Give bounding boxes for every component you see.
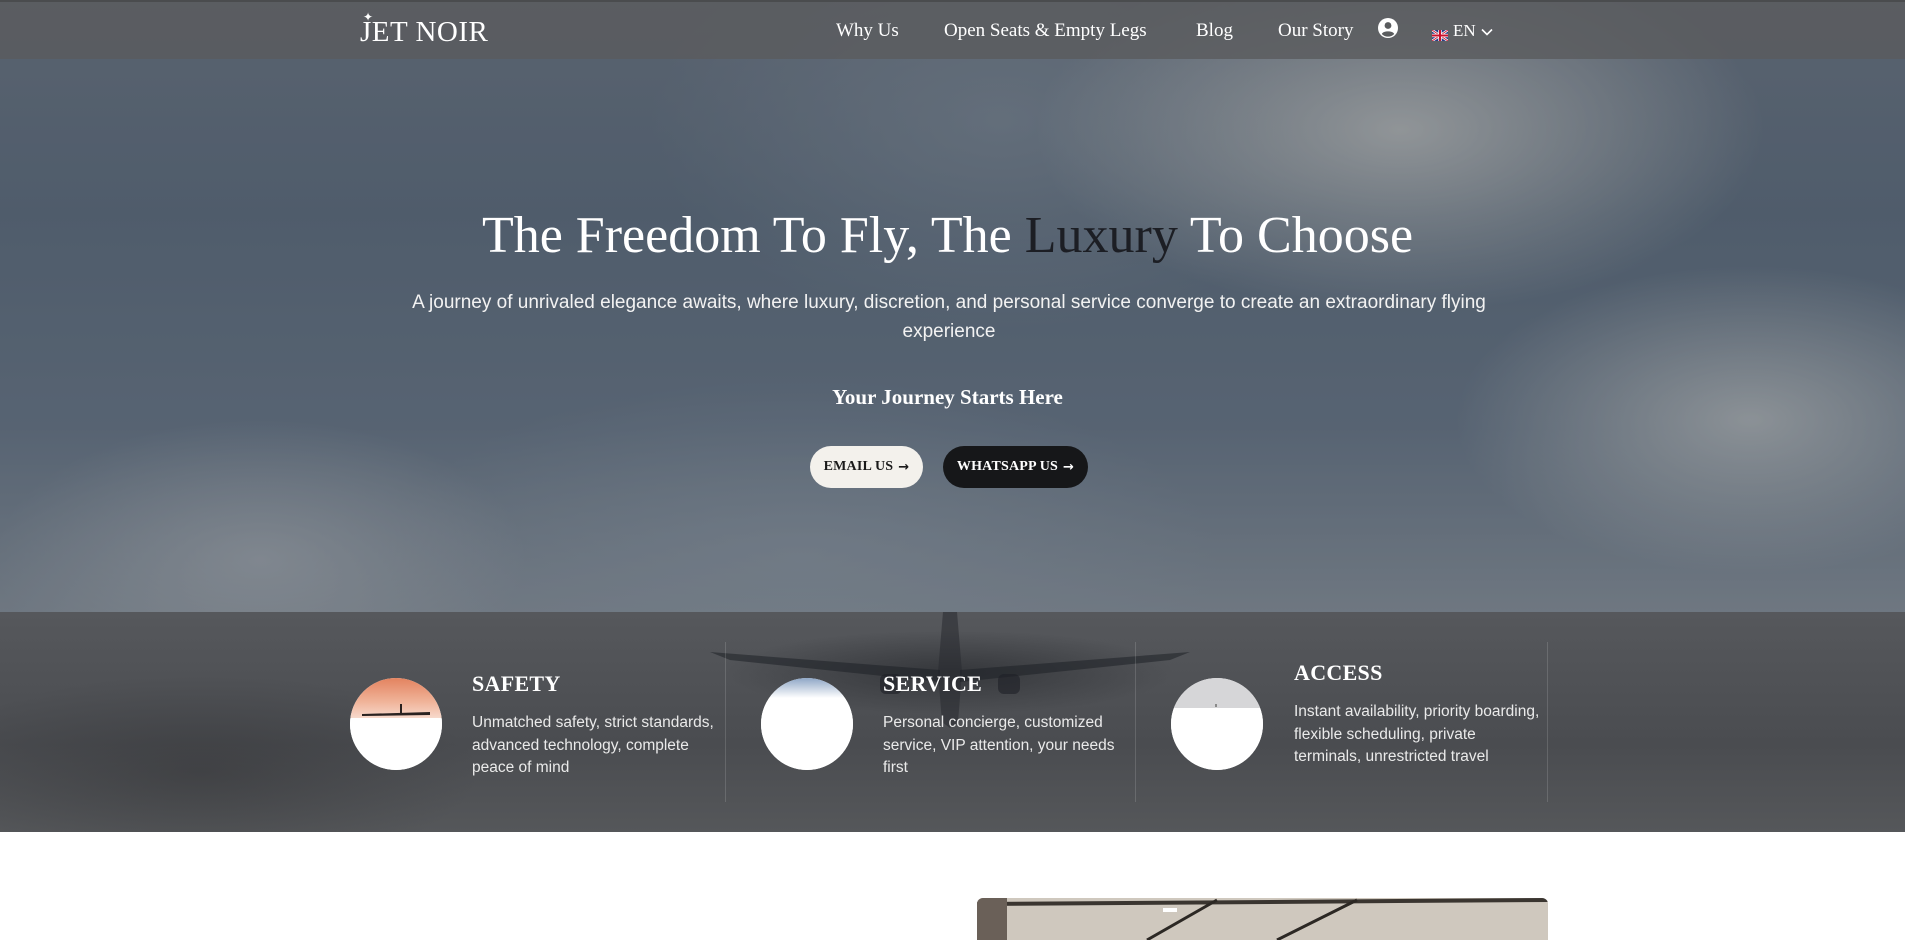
user-circle-icon[interactable]	[1378, 18, 1398, 38]
feature-divider	[725, 642, 726, 802]
nav-item-our-story[interactable]: Our Story	[1278, 20, 1353, 42]
whatsapp-us-label: WHATSAPP US	[956, 459, 1059, 474]
feature-divider	[1547, 642, 1548, 802]
hero-title-part-2: To Choose	[1177, 207, 1414, 264]
chevron-down-icon	[1481, 21, 1493, 41]
service-image	[761, 678, 853, 770]
hero-subtitle: A journey of unrivaled elegance awaits, …	[412, 292, 1486, 342]
hero-section: The Freedom To Fly, The Luxury To Choose…	[0, 0, 1905, 612]
hero-tagline: Your Journey Starts Here	[832, 385, 1063, 409]
hero-title: The Freedom To Fly, The Luxury To Choose	[0, 206, 1895, 265]
feature-desc-safety: Unmatched safety, strict standards, adva…	[472, 714, 714, 776]
email-us-button[interactable]: EMAIL US →	[810, 446, 923, 488]
access-image	[1171, 678, 1263, 770]
email-us-label: EMAIL US	[823, 459, 894, 474]
brand-name: JET NOIR	[360, 15, 489, 48]
hero-title-accent: Luxury	[1024, 207, 1178, 264]
arrow-right-icon: →	[898, 459, 910, 475]
arrow-right-icon: →	[1063, 459, 1075, 475]
feature-desc-service: Personal concierge, customized service, …	[883, 714, 1115, 776]
features-band: SAFETY Unmatched safety, strict standard…	[0, 612, 1905, 832]
nav-item-blog[interactable]: Blog	[1196, 20, 1233, 42]
nav-item-open-seats[interactable]: Open Seats & Empty Legs	[944, 20, 1147, 42]
feature-desc-access: Instant availability, priority boarding,…	[1294, 703, 1540, 765]
logo-star-icon: ✦	[363, 10, 374, 24]
safety-image	[350, 678, 442, 770]
feature-title-safety: SAFETY	[472, 671, 561, 696]
language-code: EN	[1453, 21, 1476, 40]
feature-title-access: ACCESS	[1294, 660, 1383, 685]
top-navbar: ✦ JET NOIR Why Us Open Seats & Empty Leg…	[0, 0, 1905, 59]
uk-flag-icon	[1431, 26, 1449, 42]
hero-title-part-1: The Freedom To Fly, The	[481, 207, 1025, 264]
nav-item-why-us[interactable]: Why Us	[836, 20, 899, 42]
brand-logo[interactable]: ✦ JET NOIR	[360, 10, 489, 52]
feature-divider	[1135, 642, 1136, 802]
whatsapp-us-button[interactable]: WHATSAPP US →	[943, 446, 1088, 488]
feature-title-service: SERVICE	[883, 671, 983, 696]
cabin-interior-image	[977, 898, 1548, 940]
language-selector[interactable]: EN	[1431, 20, 1493, 42]
